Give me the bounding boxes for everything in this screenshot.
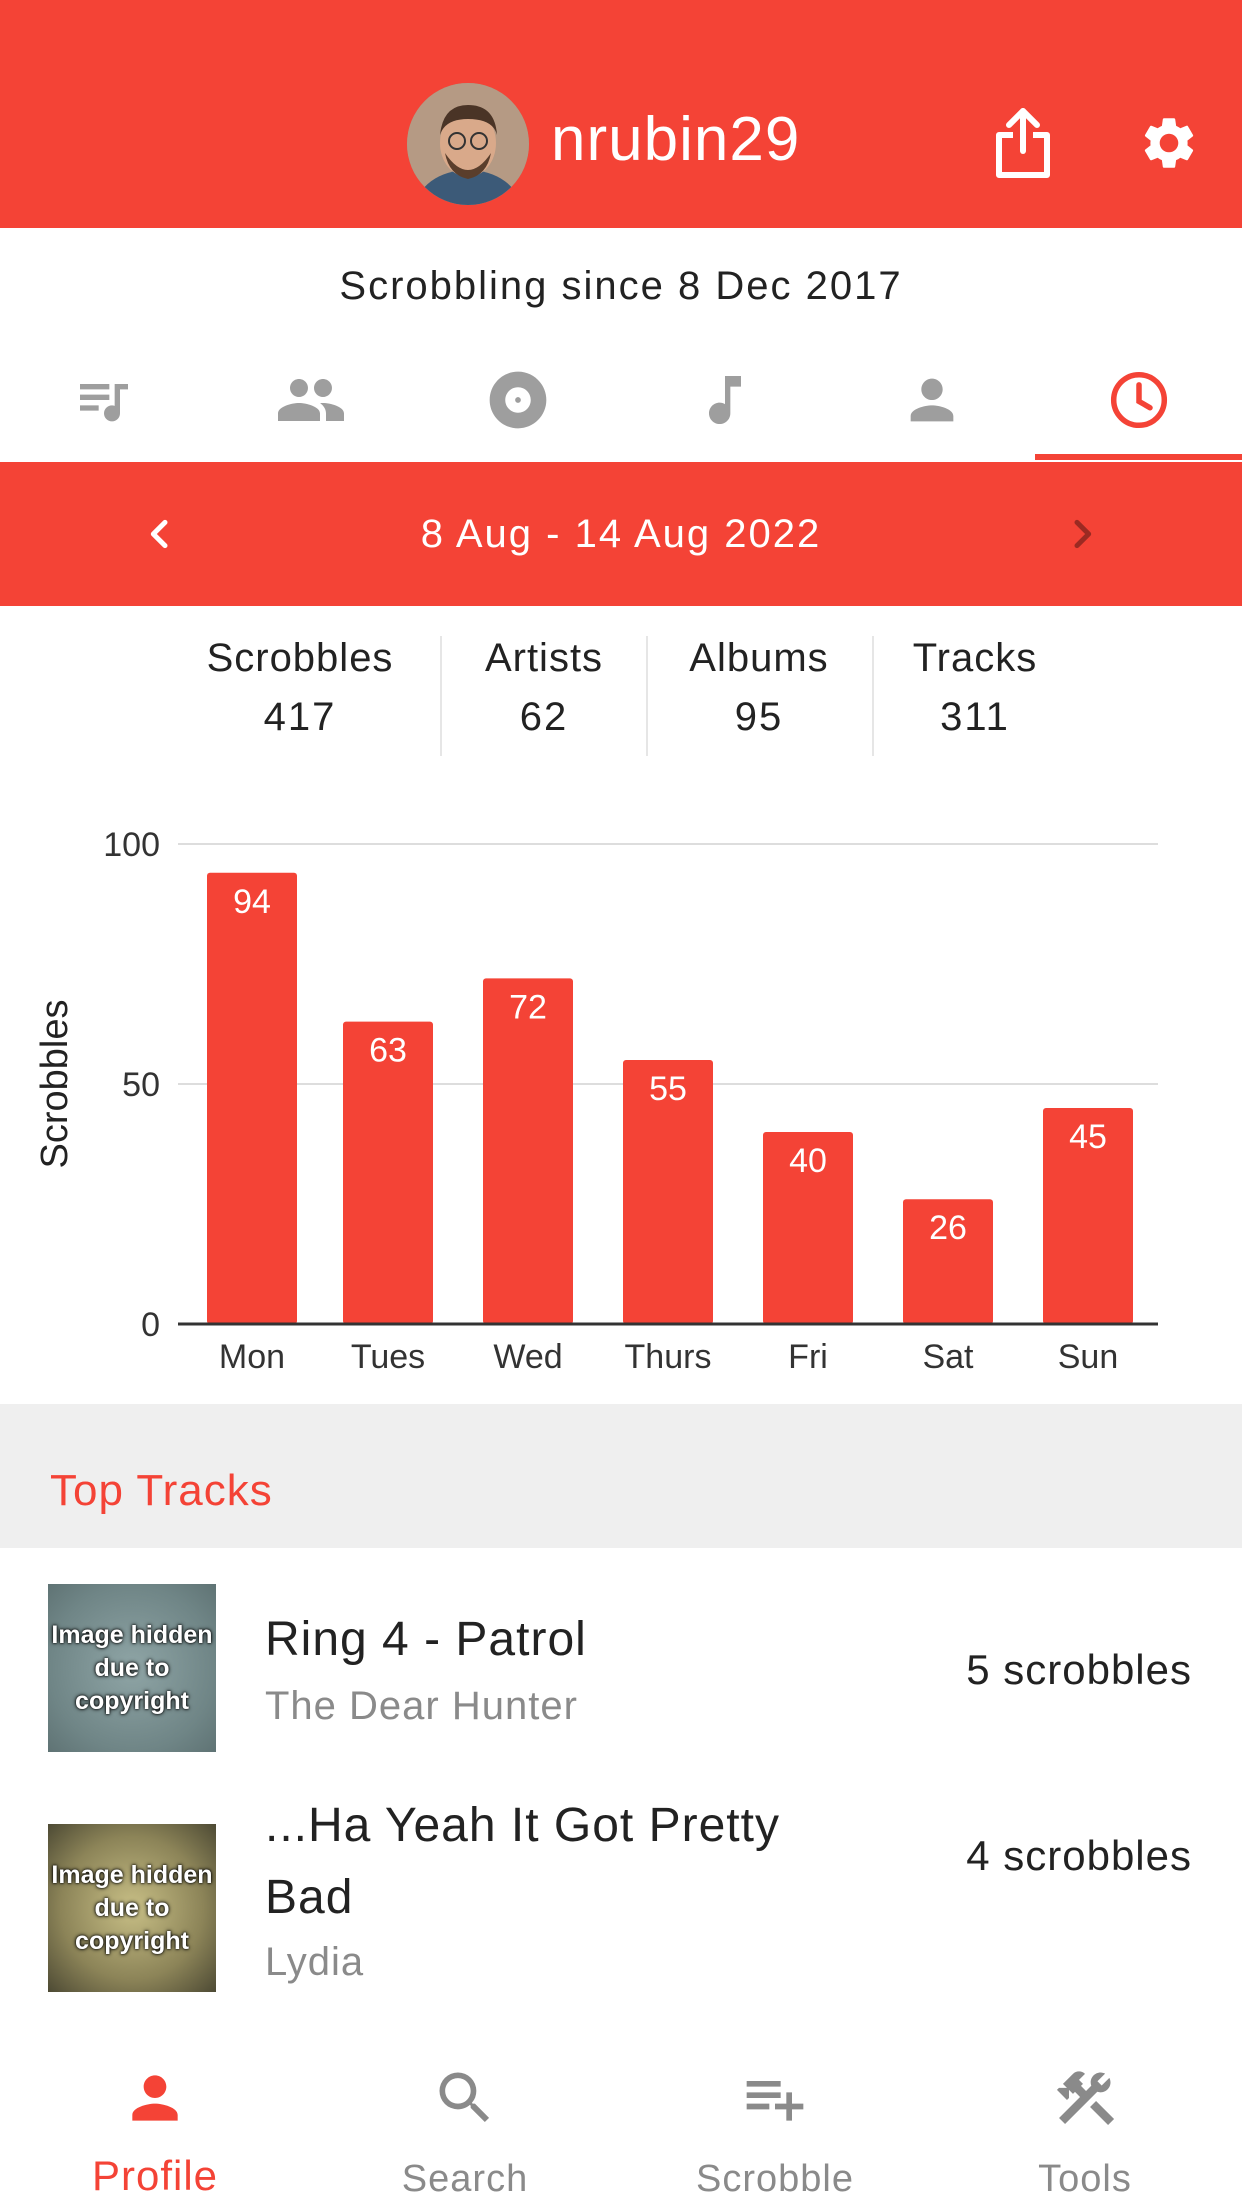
nav-scrobble[interactable]: Scrobble bbox=[620, 2008, 930, 2208]
stat-scrobbles: Scrobbles 417 bbox=[190, 636, 410, 740]
nav-icon-wrap bbox=[930, 2058, 1240, 2138]
username: nrubin29 bbox=[551, 105, 801, 174]
nav-icon-wrap bbox=[620, 2058, 930, 2138]
track-artist: The Dear Hunter bbox=[265, 1684, 578, 1728]
album-icon bbox=[489, 371, 546, 429]
bottom-navigation: Profile Search Scrobble Tools bbox=[0, 2008, 1242, 2208]
avatar[interactable] bbox=[407, 83, 529, 205]
y-tick-label: 0 bbox=[141, 1306, 160, 1344]
nav-icon-wrap bbox=[310, 2058, 620, 2138]
person-icon bbox=[132, 2075, 178, 2121]
y-axis-label: Scrobbles bbox=[34, 1000, 76, 1169]
bar-value-label: 72 bbox=[509, 988, 547, 1026]
tab-top-lists[interactable] bbox=[0, 338, 207, 462]
album-art-caption: Image hidden due to copyright bbox=[51, 1860, 213, 1955]
settings-button[interactable] bbox=[1124, 98, 1214, 188]
bar-value-label: 40 bbox=[789, 1142, 827, 1180]
stat-tracks: Tracks 311 bbox=[890, 636, 1060, 740]
list-item[interactable]: Image hidden due to copyright Ring 4 - P… bbox=[0, 1548, 1242, 1752]
divider bbox=[646, 636, 648, 756]
bar-value-label: 45 bbox=[1069, 1118, 1107, 1156]
clock-icon bbox=[1110, 371, 1167, 429]
date-range-bar: 8 Aug - 14 Aug 2022 bbox=[0, 462, 1242, 606]
stat-value: 95 bbox=[734, 695, 784, 739]
stat-label: Scrobbles bbox=[206, 636, 394, 680]
nav-tools[interactable]: Tools bbox=[930, 2008, 1240, 2208]
playlist-icon bbox=[79, 384, 128, 422]
stat-value: 62 bbox=[519, 695, 569, 739]
track-title: Ring 4 - Patrol bbox=[265, 1613, 587, 1666]
y-tick-label: 100 bbox=[103, 826, 160, 864]
divider bbox=[440, 636, 442, 756]
album-art: Image hidden due to copyright bbox=[48, 1584, 216, 1752]
scrobbling-since: Scrobbling since 8 Dec 2017 bbox=[339, 264, 903, 308]
bar-value-label: 55 bbox=[649, 1070, 687, 1108]
track-scrobble-count: 4 scrobbles bbox=[966, 1832, 1192, 1879]
share-icon bbox=[996, 108, 1050, 178]
x-tick-label: Wed bbox=[493, 1338, 562, 1376]
bar-value-label: 26 bbox=[929, 1209, 967, 1247]
stat-label: Tracks bbox=[912, 636, 1038, 680]
stat-artists: Artists 62 bbox=[460, 636, 628, 740]
x-tick-label: Thurs bbox=[625, 1338, 712, 1376]
search-icon bbox=[439, 2072, 490, 2123]
album-art: Image hidden due to copyright bbox=[48, 1824, 216, 1992]
chart-svg: 0 50 100 94 Mon 63 Tues 72 Wed 55 Thurs 40 Fri 26 Sat 4… bbox=[34, 826, 1158, 1376]
stat-value: 417 bbox=[263, 695, 337, 739]
tools-icon bbox=[1056, 2071, 1115, 2126]
scrobbles-chart: 0 50 100 94 Mon 63 Tues 72 Wed 55 Thurs 40 Fri 26 Sat 4… bbox=[0, 800, 1242, 1400]
person-icon bbox=[910, 378, 953, 422]
profile-tabs bbox=[0, 338, 1242, 462]
playlist-add-icon bbox=[746, 2081, 804, 2121]
tab-friends[interactable] bbox=[207, 338, 414, 462]
stat-label: Albums bbox=[689, 636, 829, 680]
x-tick-label: Sat bbox=[922, 1338, 974, 1376]
next-week-button[interactable] bbox=[1046, 498, 1118, 570]
stat-label: Artists bbox=[484, 636, 604, 680]
period-stats: Scrobbles 417 Artists 62 Albums 95 Track… bbox=[0, 636, 1242, 756]
divider bbox=[872, 636, 874, 756]
tab-artists[interactable] bbox=[828, 338, 1035, 462]
tab-tracks[interactable] bbox=[621, 338, 828, 462]
app-header: nrubin29 bbox=[0, 0, 1242, 228]
section-title: Top Tracks bbox=[50, 1466, 273, 1515]
friends-icon bbox=[277, 379, 344, 421]
bar-value-label: 63 bbox=[369, 1032, 407, 1070]
nav-label: Tools bbox=[1038, 2158, 1132, 2200]
nav-icon-wrap bbox=[0, 2058, 310, 2138]
list-item[interactable]: Image hidden due to copyright ...Ha Yeah… bbox=[0, 1734, 1242, 1994]
y-tick-label: 50 bbox=[122, 1066, 160, 1104]
tab-albums[interactable] bbox=[414, 338, 621, 462]
nav-profile[interactable]: Profile bbox=[0, 2008, 310, 2208]
chevron-right-icon bbox=[1074, 519, 1092, 549]
top-tracks-header: Top Tracks bbox=[0, 1404, 1242, 1548]
nav-label: Scrobble bbox=[696, 2158, 854, 2200]
music-note-icon bbox=[708, 376, 741, 424]
x-tick-label: Tues bbox=[351, 1338, 425, 1376]
share-button[interactable] bbox=[978, 98, 1068, 188]
x-tick-label: Sun bbox=[1058, 1338, 1119, 1376]
stat-albums: Albums 95 bbox=[664, 636, 854, 740]
album-art-caption: Image hidden due to copyright bbox=[51, 1620, 213, 1715]
nav-label: Profile bbox=[91, 2152, 219, 2199]
chart-bar bbox=[207, 872, 297, 1324]
tab-history[interactable] bbox=[1035, 338, 1242, 462]
track-scrobble-count: 5 scrobbles bbox=[966, 1646, 1192, 1693]
nav-label: Search bbox=[401, 2158, 529, 2200]
stat-value: 311 bbox=[940, 695, 1010, 739]
track-title: ...Ha Yeah It Got Pretty Bad bbox=[265, 1799, 780, 1924]
nav-search[interactable]: Search bbox=[310, 2008, 620, 2208]
avatar-image bbox=[407, 83, 529, 205]
x-tick-label: Fri bbox=[788, 1338, 828, 1376]
x-tick-label: Mon bbox=[219, 1338, 285, 1376]
bar-value-label: 94 bbox=[233, 883, 271, 921]
chart-bar bbox=[483, 978, 573, 1324]
track-artist: Lydia bbox=[265, 1940, 365, 1984]
gear-icon bbox=[1144, 118, 1194, 168]
